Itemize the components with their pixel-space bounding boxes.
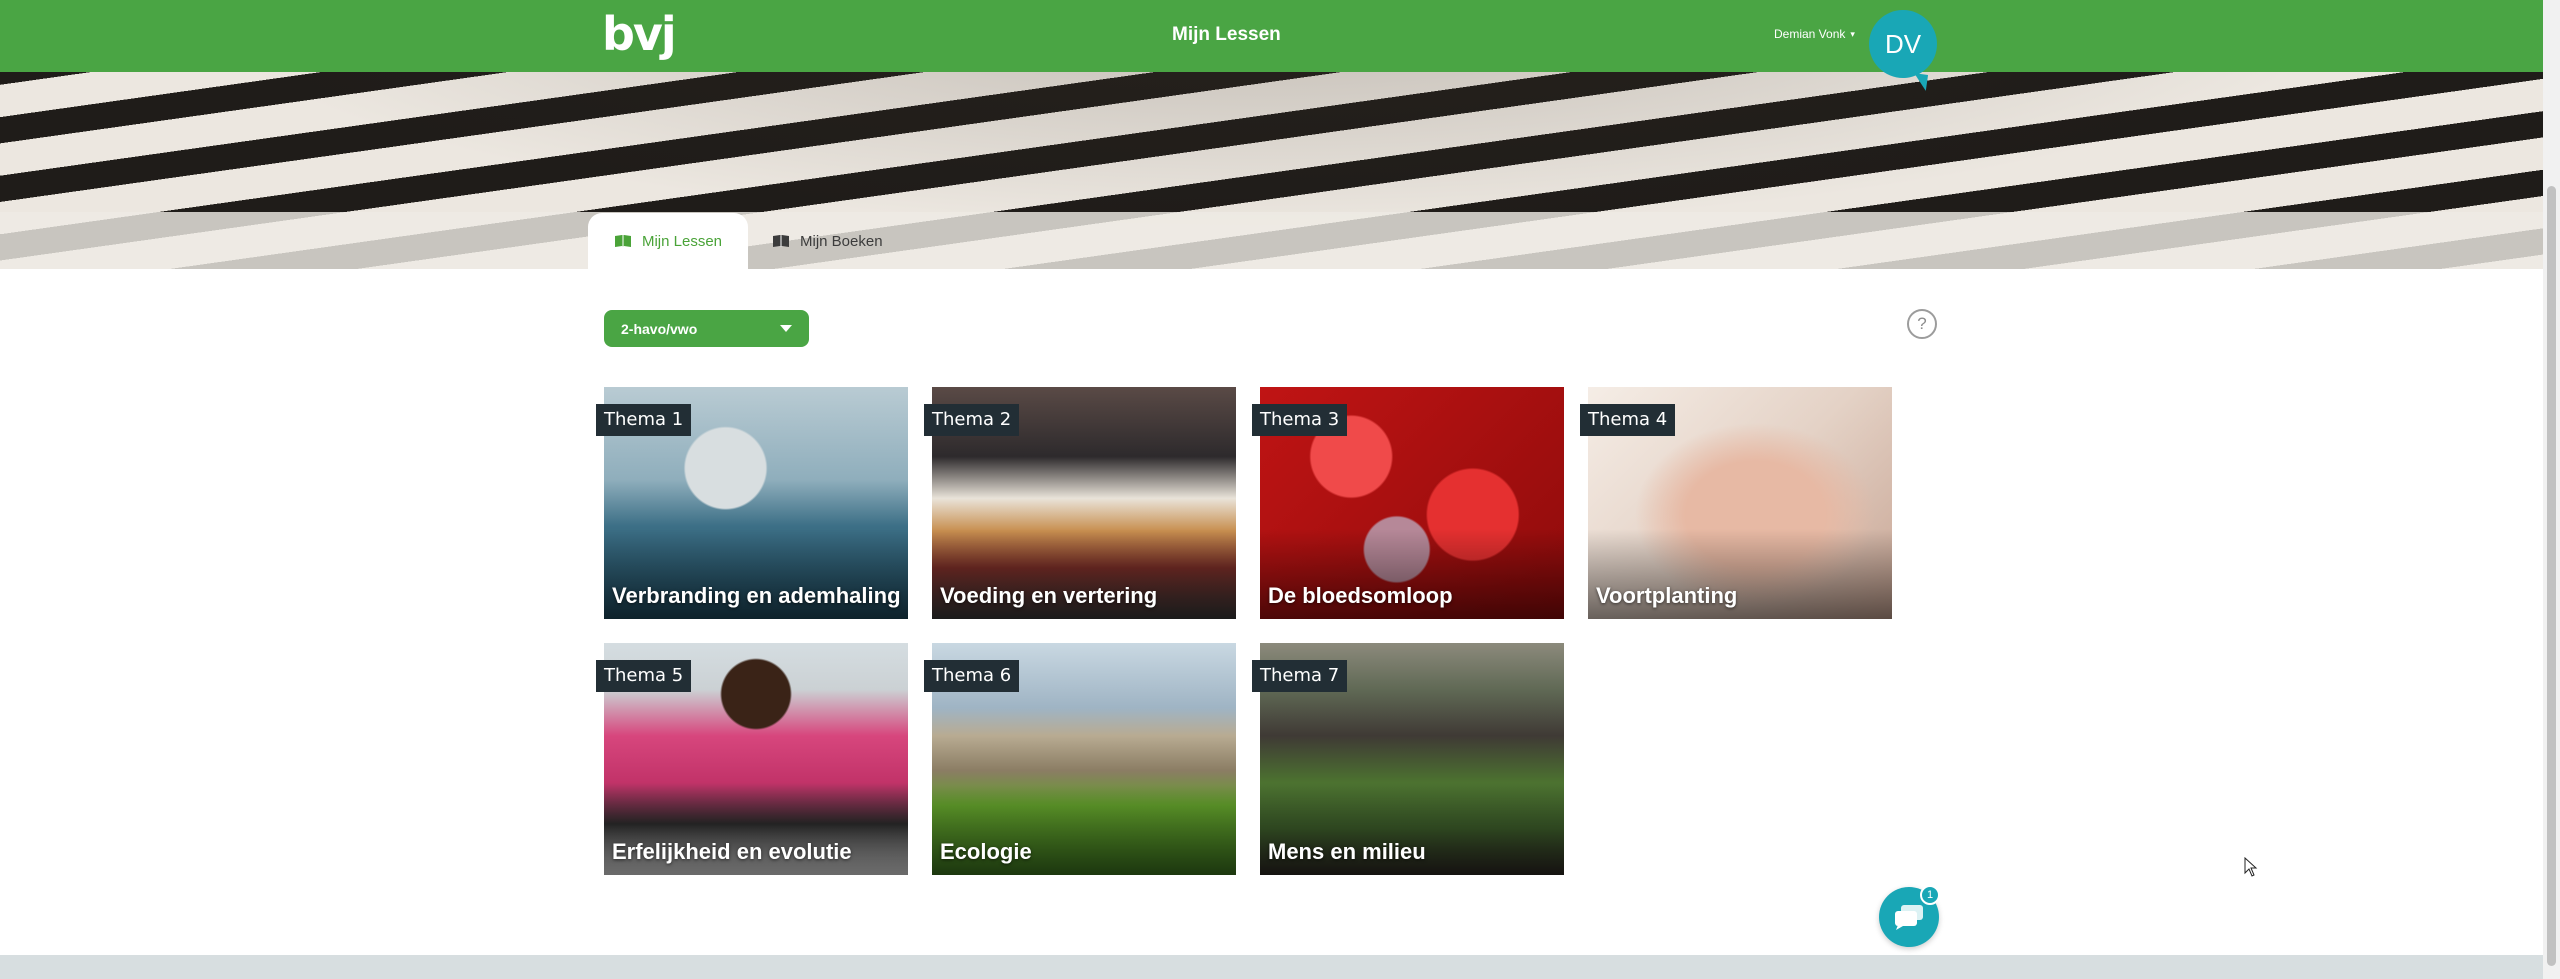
chevron-down-icon: ▾ <box>1850 28 1855 39</box>
theme-badge: Thema 4 <box>1580 404 1676 436</box>
theme-badge: Thema 6 <box>924 660 1020 692</box>
tab-strip <box>0 212 2543 269</box>
theme-card-5[interactable]: Thema 5 Erfelijkheid en evolutie <box>596 643 908 875</box>
scrollbar-thumb[interactable] <box>2547 186 2556 966</box>
theme-card-1[interactable]: Thema 1 Verbranding en ademhaling <box>596 387 908 619</box>
level-dropdown[interactable]: 2-havo/vwo <box>604 310 809 347</box>
theme-badge: Thema 1 <box>596 404 692 436</box>
theme-title: Erfelijkheid en evolutie <box>612 839 852 864</box>
theme-title: Voortplanting <box>1596 583 1738 608</box>
user-menu[interactable]: Demian Vonk ▾ <box>1774 27 1855 41</box>
help-button[interactable]: ? <box>1907 309 1937 339</box>
book-icon <box>773 235 789 247</box>
theme-title: De bloedsomloop <box>1268 583 1453 608</box>
theme-title: Voeding en vertering <box>940 583 1158 608</box>
scrollbar[interactable] <box>2543 0 2560 979</box>
theme-title: Verbranding en ademhaling <box>612 583 901 608</box>
theme-card-6[interactable]: Thema 6 Ecologie <box>924 643 1236 875</box>
chat-button[interactable]: 1 <box>1879 885 1940 947</box>
theme-title: Ecologie <box>940 839 1032 864</box>
mouse-cursor-icon <box>2244 857 2258 877</box>
page-title[interactable]: Mijn Lessen <box>1172 24 1281 46</box>
theme-title: Mens en milieu <box>1268 839 1426 864</box>
theme-card-2[interactable]: Thema 2 Voeding en vertering <box>924 387 1236 619</box>
chat-unread-badge: 1 <box>1920 885 1940 905</box>
book-open-icon <box>614 235 631 247</box>
theme-badge: Thema 2 <box>924 404 1020 436</box>
theme-badge: Thema 5 <box>596 660 692 692</box>
chat-icon <box>1895 905 1923 930</box>
theme-badge: Thema 3 <box>1252 404 1348 436</box>
level-dropdown-value: 2-havo/vwo <box>621 320 698 337</box>
chevron-down-icon <box>780 325 792 332</box>
user-name: Demian Vonk <box>1774 27 1846 41</box>
tab-mijn-lessen[interactable]: Mijn Lessen <box>588 213 748 269</box>
theme-card-7[interactable]: Thema 7 Mens en milieu <box>1252 643 1564 875</box>
theme-card-4[interactable]: Thema 4 Voortplanting <box>1580 387 1892 619</box>
footer <box>0 955 2543 979</box>
top-navigation-bar: bvj Mijn Lessen Demian Vonk ▾ <box>0 0 2543 72</box>
avatar[interactable]: DV <box>1869 10 1937 78</box>
theme-badge: Thema 7 <box>1252 660 1348 692</box>
tab-label: Mijn Lessen <box>641 232 723 250</box>
theme-card-3[interactable]: Thema 3 De bloedsomloop <box>1252 387 1564 619</box>
tab-mijn-boeken[interactable]: Mijn Boeken <box>766 213 889 269</box>
bvj-logo[interactable]: bvj <box>602 4 677 64</box>
tab-label: Mijn Boeken <box>800 232 883 250</box>
